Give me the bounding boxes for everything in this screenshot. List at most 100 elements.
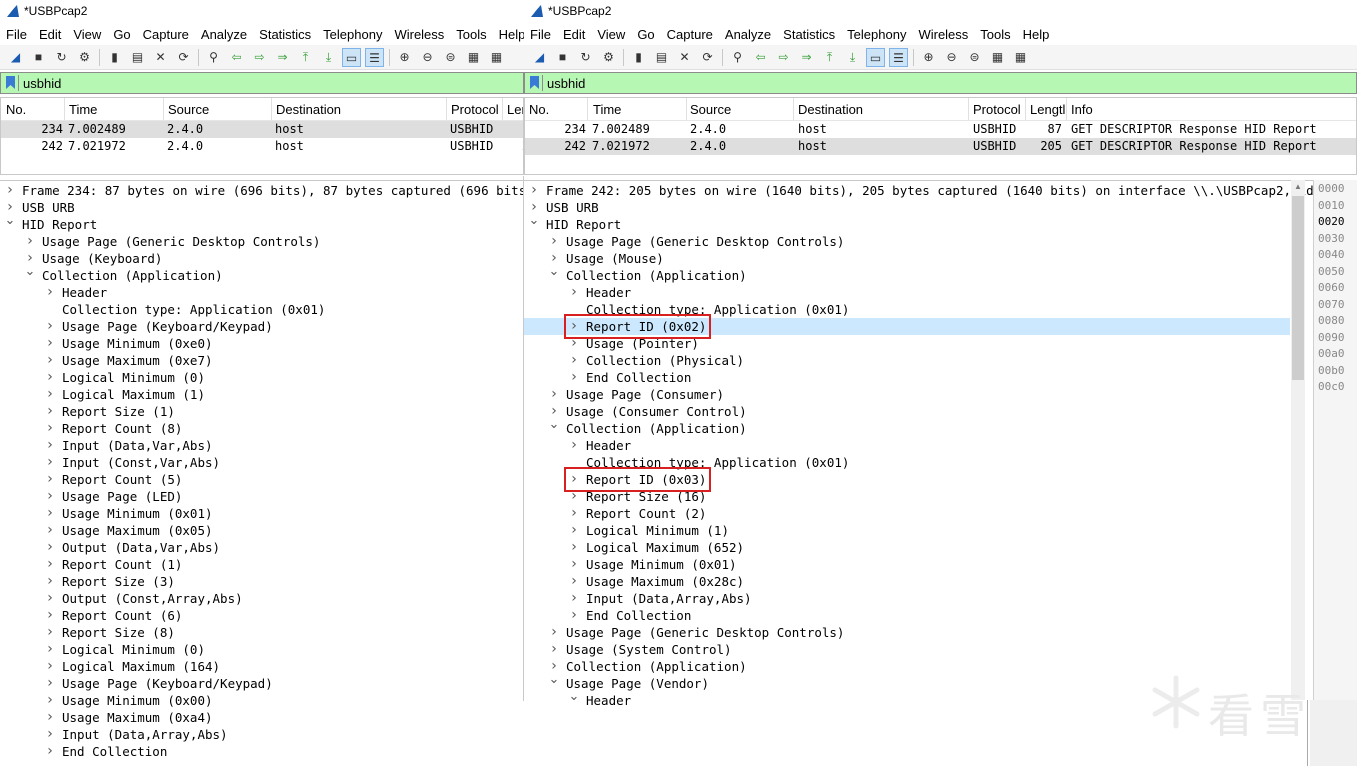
zoom-in-icon[interactable]: ⊕ bbox=[395, 48, 414, 67]
menu-edit[interactable]: Edit bbox=[33, 24, 67, 42]
chevron-down-icon[interactable]: ⌄ bbox=[548, 418, 560, 431]
tree-node[interactable]: › End Collection bbox=[0, 743, 524, 760]
last-packet-icon[interactable]: ⤓ bbox=[319, 48, 338, 67]
tree-node[interactable]: › Report Size (3) bbox=[0, 573, 524, 590]
menu-tools[interactable]: Tools bbox=[450, 24, 492, 42]
tree-node[interactable]: › Usage Minimum (0x00) bbox=[0, 692, 524, 709]
chevron-down-icon[interactable]: ⌄ bbox=[4, 214, 16, 227]
tree-node[interactable]: › Report Count (8) bbox=[0, 420, 524, 437]
chevron-right-icon[interactable]: › bbox=[568, 539, 580, 556]
column-header-destination[interactable]: Destination bbox=[798, 102, 863, 117]
tree-node[interactable]: ⌄ Collection (Application) bbox=[524, 265, 1290, 284]
column-header-no[interactable]: No. bbox=[529, 102, 549, 117]
autoscroll-icon[interactable]: ▭ bbox=[342, 48, 361, 67]
chevron-right-icon[interactable]: › bbox=[568, 437, 580, 454]
go-forward-icon[interactable]: ⇨ bbox=[774, 48, 793, 67]
chevron-right-icon[interactable]: › bbox=[44, 284, 56, 301]
tree-node[interactable]: › Usage Page (Consumer) bbox=[524, 386, 1290, 403]
tree-node[interactable]: › Report Count (2) bbox=[524, 505, 1290, 522]
packet-row[interactable]: 234 7.002489 2.4.0 host USBHID 87 GET DESCRIPT… bbox=[525, 121, 1356, 138]
column-header-time[interactable]: Time bbox=[593, 102, 621, 117]
tree-node[interactable]: › Logical Minimum (0) bbox=[0, 641, 524, 658]
menu-analyze[interactable]: Analyze bbox=[195, 24, 253, 42]
column-header-len[interactable]: Len bbox=[507, 102, 523, 117]
chevron-right-icon[interactable]: › bbox=[44, 539, 56, 556]
chevron-right-icon[interactable]: › bbox=[568, 573, 580, 590]
column-resize-handle[interactable] bbox=[686, 98, 687, 120]
tree-node[interactable]: › Logical Minimum (0) bbox=[0, 369, 524, 386]
chevron-right-icon[interactable]: › bbox=[568, 590, 580, 607]
open-icon[interactable]: ▮ bbox=[629, 48, 648, 67]
chevron-down-icon[interactable]: ⌄ bbox=[568, 690, 580, 703]
tree-node[interactable]: › Report Count (6) bbox=[0, 607, 524, 624]
chevron-down-icon[interactable]: ⌄ bbox=[528, 214, 540, 227]
tree-node[interactable]: › Usage Maximum (0x28c) bbox=[524, 573, 1290, 590]
menu-wireless[interactable]: Wireless bbox=[912, 24, 974, 42]
chevron-right-icon[interactable]: › bbox=[568, 556, 580, 573]
menu-file[interactable]: File bbox=[0, 24, 33, 42]
chevron-right-icon[interactable]: › bbox=[44, 522, 56, 539]
colorize-icon[interactable]: ☰ bbox=[365, 48, 384, 67]
tree-node[interactable]: › Usage Maximum (0xa4) bbox=[0, 709, 524, 726]
chevron-right-icon[interactable]: › bbox=[44, 386, 56, 403]
reload-icon[interactable]: ⟳ bbox=[174, 48, 193, 67]
tree-node[interactable]: › Usage Page (Generic Desktop Controls) bbox=[0, 233, 524, 250]
column-header-time[interactable]: Time bbox=[69, 102, 97, 117]
chevron-right-icon[interactable]: › bbox=[548, 233, 560, 250]
tree-node[interactable]: › Header bbox=[524, 437, 1290, 454]
close-file-icon[interactable]: ✕ bbox=[151, 48, 170, 67]
chevron-right-icon[interactable]: › bbox=[568, 369, 580, 386]
column-resize-handle[interactable] bbox=[64, 98, 65, 120]
tree-node[interactable]: › Output (Const,Array,Abs) bbox=[0, 590, 524, 607]
go-to-packet-icon[interactable]: ⇒ bbox=[797, 48, 816, 67]
menu-analyze[interactable]: Analyze bbox=[719, 24, 777, 42]
column-header-lengtl[interactable]: Lengtl bbox=[1030, 102, 1065, 117]
stop-icon[interactable]: ■ bbox=[29, 48, 48, 67]
zoom-in-icon[interactable]: ⊕ bbox=[919, 48, 938, 67]
more-icon[interactable]: ▦ bbox=[1011, 48, 1030, 67]
first-packet-icon[interactable]: ⤒ bbox=[296, 48, 315, 67]
tree-node[interactable]: › Usage Page (Generic Desktop Controls) bbox=[524, 233, 1290, 250]
stop-icon[interactable]: ■ bbox=[553, 48, 572, 67]
chevron-right-icon[interactable]: › bbox=[44, 471, 56, 488]
resize-columns-icon[interactable]: ▦ bbox=[988, 48, 1007, 67]
restart-icon[interactable]: ↻ bbox=[576, 48, 595, 67]
tree-node[interactable]: › Usage Page (LED) bbox=[0, 488, 524, 505]
tree-node[interactable]: › Usage (Keyboard) bbox=[0, 250, 524, 267]
chevron-right-icon[interactable]: › bbox=[548, 641, 560, 658]
chevron-right-icon[interactable]: › bbox=[44, 624, 56, 641]
shark-fin-icon[interactable]: ◢ bbox=[6, 48, 25, 67]
go-to-packet-icon[interactable]: ⇒ bbox=[273, 48, 292, 67]
column-resize-handle[interactable] bbox=[793, 98, 794, 120]
chevron-right-icon[interactable]: › bbox=[568, 284, 580, 301]
chevron-down-icon[interactable]: ⌄ bbox=[548, 265, 560, 278]
packet-row[interactable]: 234 7.002489 2.4.0 host USBHID bbox=[1, 121, 523, 138]
tree-node[interactable]: › Report Size (1) bbox=[0, 403, 524, 420]
chevron-right-icon[interactable]: › bbox=[44, 352, 56, 369]
tree-node[interactable]: › Collection (Physical) bbox=[524, 352, 1290, 369]
display-filter-bar[interactable]: usbhid bbox=[0, 72, 524, 94]
chevron-right-icon[interactable]: › bbox=[44, 692, 56, 709]
details-scrollbar[interactable]: ▲ bbox=[1291, 180, 1305, 700]
chevron-right-icon[interactable]: › bbox=[44, 709, 56, 726]
menu-capture[interactable]: Capture bbox=[661, 24, 719, 42]
column-resize-handle[interactable] bbox=[502, 98, 503, 120]
chevron-right-icon[interactable]: › bbox=[44, 641, 56, 658]
go-back-icon[interactable]: ⇦ bbox=[751, 48, 770, 67]
restart-icon[interactable]: ↻ bbox=[52, 48, 71, 67]
bookmark-icon[interactable] bbox=[530, 76, 539, 89]
chevron-right-icon[interactable]: › bbox=[568, 505, 580, 522]
chevron-right-icon[interactable]: › bbox=[44, 454, 56, 471]
menu-telephony[interactable]: Telephony bbox=[841, 24, 912, 42]
tree-node[interactable]: › Input (Data,Array,Abs) bbox=[524, 590, 1290, 607]
options-icon[interactable]: ⚙ bbox=[75, 48, 94, 67]
tree-node[interactable]: › Usage Page (Keyboard/Keypad) bbox=[0, 318, 524, 335]
chevron-right-icon[interactable]: › bbox=[44, 488, 56, 505]
tree-node[interactable]: › USB URB bbox=[524, 199, 1290, 216]
tree-node[interactable]: › Usage Page (Keyboard/Keypad) bbox=[0, 675, 524, 692]
go-forward-icon[interactable]: ⇨ bbox=[250, 48, 269, 67]
autoscroll-icon[interactable]: ▭ bbox=[866, 48, 885, 67]
filter-input[interactable]: usbhid bbox=[547, 76, 585, 91]
menu-statistics[interactable]: Statistics bbox=[777, 24, 841, 42]
tree-node[interactable]: › Report Count (5) bbox=[0, 471, 524, 488]
